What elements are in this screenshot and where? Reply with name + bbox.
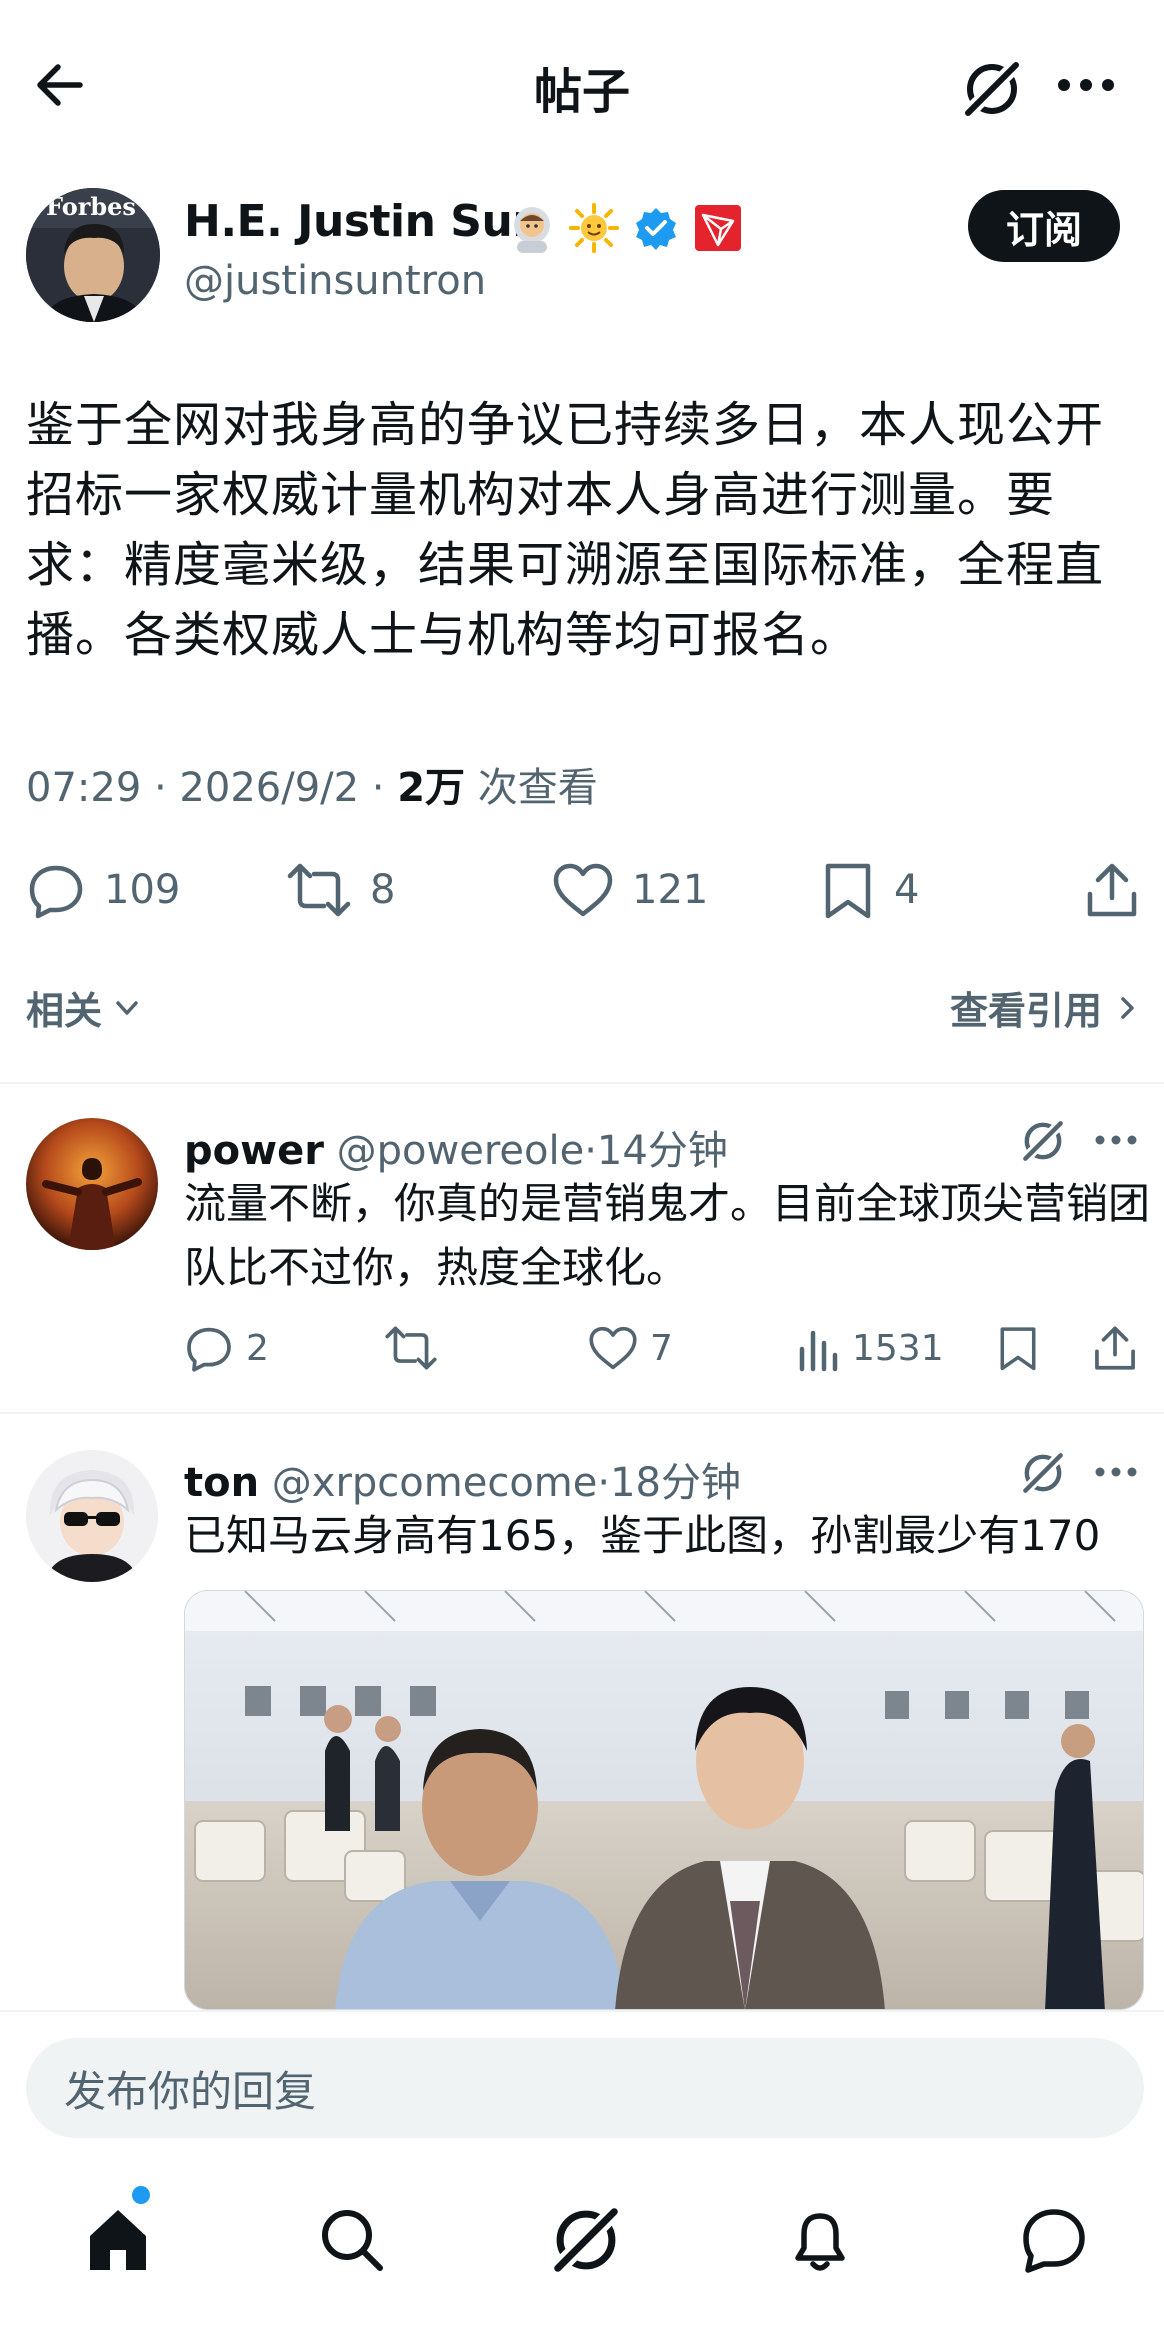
repost-icon xyxy=(287,863,351,917)
like-count: 7 xyxy=(650,1327,673,1369)
post-views-suffix: 次查看 xyxy=(465,765,598,811)
post-time: 07:29 · 2026/9/2 · xyxy=(26,765,398,811)
views-action[interactable]: 1531 xyxy=(796,1318,944,1378)
bottom-nav xyxy=(0,2170,1164,2328)
reply-time: ·18分钟 xyxy=(597,1460,742,1506)
more-icon[interactable] xyxy=(1092,1128,1140,1152)
bookmark-action[interactable] xyxy=(996,1318,1040,1378)
chevron-down-icon xyxy=(116,1000,138,1015)
reply-icon xyxy=(29,865,83,919)
author-name[interactable]: H.E. Justin Sun xyxy=(184,196,544,247)
repost-action[interactable]: 8 xyxy=(286,850,395,930)
reply-input[interactable]: 发布你的回复 xyxy=(26,2038,1144,2138)
home-icon[interactable] xyxy=(78,2186,158,2280)
share-action[interactable] xyxy=(1092,1318,1138,1378)
post-meta: 07:29 · 2026/9/2 · 2万 次查看 xyxy=(26,755,598,813)
repost-count: 8 xyxy=(370,867,396,913)
like-action[interactable]: 7 xyxy=(588,1318,673,1378)
reply-photo[interactable] xyxy=(184,1590,1144,2010)
notification-dot xyxy=(132,2186,150,2204)
reply-icon xyxy=(187,1327,231,1372)
bookmark-icon xyxy=(1000,1327,1036,1371)
top-bar: 帖子 xyxy=(0,0,1164,170)
reply-action[interactable]: 109 xyxy=(26,850,180,930)
post-views-count: 2万 xyxy=(397,765,466,811)
sun-emoji-icon xyxy=(568,202,620,254)
like-action[interactable]: 121 xyxy=(552,850,708,930)
reply-text: 已知马云身高有165，鉴于此图，孙割最少有170 xyxy=(184,1511,1101,1560)
reply-author-handle[interactable]: @powereole xyxy=(337,1128,585,1174)
reply-avatar[interactable] xyxy=(26,1118,158,1250)
reply-count: 109 xyxy=(104,867,181,913)
divider xyxy=(0,1082,1164,1084)
more-icon[interactable] xyxy=(1092,1460,1140,1484)
views-icon xyxy=(799,1330,838,1372)
repost-action[interactable] xyxy=(384,1318,450,1378)
messages-icon[interactable] xyxy=(1014,2200,1094,2280)
author-handle[interactable]: @justinsuntron xyxy=(184,258,486,304)
reply-input-placeholder: 发布你的回复 xyxy=(64,2066,317,2116)
reply-action[interactable]: 2 xyxy=(184,1318,269,1378)
reply-time: ·14分钟 xyxy=(584,1128,728,1174)
repost-icon xyxy=(385,1326,437,1370)
reply-actions: 2 7 1531 xyxy=(184,1318,1144,1378)
grok-icon[interactable] xyxy=(546,2200,626,2280)
chevron-right-icon xyxy=(1121,996,1134,1019)
reply-author-name[interactable]: ton xyxy=(184,1460,259,1506)
reply-author-name[interactable]: power xyxy=(184,1128,324,1174)
post-actions: 109 8 121 4 xyxy=(0,850,1164,930)
views-count: 1531 xyxy=(852,1327,944,1369)
bookmark-action[interactable]: 4 xyxy=(820,850,919,930)
author-avatar[interactable]: Forbes xyxy=(26,188,160,322)
reply-text: 流量不断，你真的是营销鬼才。目前全球顶尖营销团队比不过你，热度全球化。 xyxy=(184,1179,1151,1292)
divider xyxy=(0,1412,1164,1414)
grok-icon[interactable] xyxy=(958,55,1026,123)
reply-avatar[interactable] xyxy=(26,1450,158,1582)
related-toggle[interactable]: 相关 xyxy=(26,980,142,1035)
author-badges xyxy=(506,200,744,256)
avatar-forbes-text: Forbes xyxy=(46,192,136,221)
reply-author-handle[interactable]: @xrpcomecome xyxy=(272,1460,598,1506)
share-icon xyxy=(1095,1326,1135,1370)
subscribe-button[interactable]: 订阅 xyxy=(968,190,1120,262)
share-action[interactable] xyxy=(1084,850,1140,930)
post-text: 鉴于全网对我身高的争议已持续多日，本人现公开招标一家权威计量机构对本人身高进行测… xyxy=(26,397,1105,663)
reply-header: ton @xrpcomecome·18分钟 xyxy=(184,1450,741,1508)
grok-icon[interactable] xyxy=(1018,1448,1068,1498)
more-icon[interactable] xyxy=(1054,70,1118,100)
view-quotes-label: 查看引用 xyxy=(949,989,1102,1033)
search-icon[interactable] xyxy=(312,2200,392,2280)
bookmark-icon xyxy=(825,863,871,919)
like-icon xyxy=(589,1326,637,1370)
astronaut-emoji-icon xyxy=(506,202,558,254)
reply-count: 2 xyxy=(246,1327,269,1369)
tron-icon xyxy=(692,202,744,254)
verified-icon xyxy=(630,202,682,254)
reply-header: power @powereole·14分钟 xyxy=(184,1118,728,1176)
grok-icon[interactable] xyxy=(1018,1116,1068,1166)
related-label: 相关 xyxy=(26,989,103,1033)
share-icon xyxy=(1087,863,1137,917)
like-count: 121 xyxy=(632,867,709,913)
bookmark-count: 4 xyxy=(894,867,920,913)
bell-icon[interactable] xyxy=(780,2200,860,2280)
view-quotes-link[interactable]: 查看引用 xyxy=(950,980,1140,1035)
like-icon xyxy=(553,863,613,917)
